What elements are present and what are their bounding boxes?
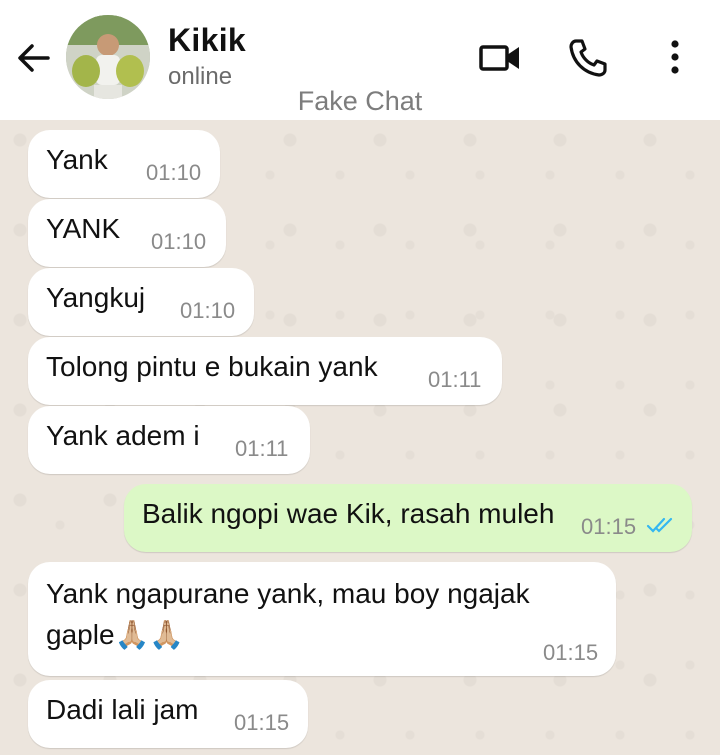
more-vertical-icon (671, 40, 679, 74)
message-time: 01:11 (235, 436, 289, 461)
message-time: 01:15 (543, 640, 599, 665)
video-call-button[interactable] (478, 36, 522, 80)
folded-hands-emoji: 🙏🏼🙏🏼 (114, 619, 185, 650)
voice-call-button[interactable] (566, 36, 610, 80)
message-text-line2: gaple🙏🏼🙏🏼 (46, 618, 184, 651)
message-text: Yank adem i (46, 420, 200, 451)
message-incoming[interactable]: YANK 01:10 (28, 199, 226, 267)
message-incoming[interactable]: Tolong pintu e bukain yank 01:11 (28, 337, 502, 405)
message-text: Yangkuj (46, 282, 146, 313)
double-check-read-icon (646, 517, 673, 533)
message-text: Yank ngapurane yank, mau boy ngajak (46, 578, 530, 609)
message-time: 01:15 (234, 710, 290, 735)
message-time: 01:10 (151, 229, 207, 254)
back-button[interactable] (14, 38, 54, 78)
chat-area[interactable]: Yank 01:10 YANK 01:10 Yangkuj 01:10 Tolo… (0, 120, 720, 755)
message-outgoing[interactable]: Balik ngopi wae Kik, rasah muleh 01:15 (124, 484, 692, 552)
phone-icon (569, 39, 607, 77)
message-text: Yank (46, 144, 108, 175)
message-time: 01:15 (581, 514, 637, 539)
message-text: YANK (46, 213, 121, 244)
message-time: 01:10 (146, 160, 202, 185)
message-incoming[interactable]: Yank ngapurane yank, mau boy ngajak gapl… (28, 562, 616, 676)
watermark-text: Fake Chat (297, 86, 423, 116)
message-text: Balik ngopi wae Kik, rasah muleh (142, 498, 555, 529)
message-text: Dadi lali jam (46, 694, 199, 725)
message-incoming[interactable]: Yangkuj 01:10 (28, 268, 254, 336)
message-incoming[interactable]: Yank adem i 01:11 (28, 406, 310, 474)
contact-name[interactable]: Kikik (168, 22, 246, 59)
video-camera-icon (479, 45, 519, 71)
arrow-left-icon (18, 44, 50, 72)
message-time: 01:10 (180, 298, 236, 323)
more-options-button[interactable] (660, 36, 690, 80)
message-incoming[interactable]: Dadi lali jam 01:15 (28, 680, 308, 748)
message-text: gaple (46, 619, 115, 650)
message-incoming[interactable]: Yank 01:10 (28, 130, 220, 198)
message-text: Tolong pintu e bukain yank (46, 351, 378, 382)
message-time: 01:11 (428, 367, 482, 392)
